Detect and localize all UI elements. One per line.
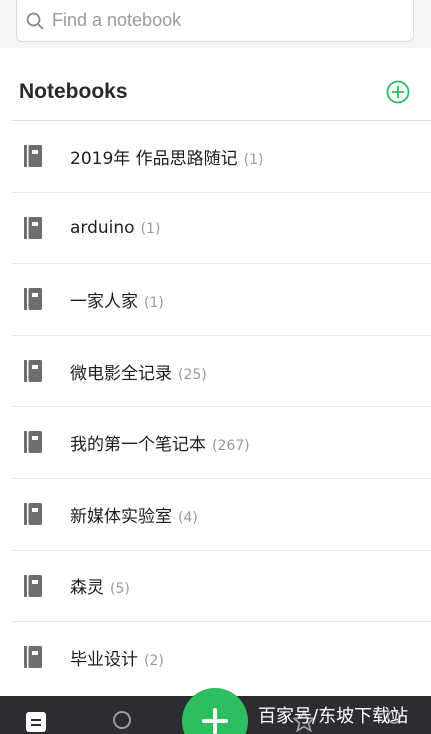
notebook-count: (2) — [144, 652, 164, 669]
notebook-item[interactable]: 新媒体实验室 (4) — [12, 477, 431, 550]
watermark-text: 百家号/东坡下载站 — [258, 706, 409, 727]
notebook-name: 森灵 — [70, 578, 104, 599]
plus-icon — [202, 708, 228, 734]
notebook-name: 毕业设计 — [70, 649, 138, 670]
notebook-icon — [24, 502, 42, 525]
notebook-icon — [24, 359, 42, 382]
notebook-item[interactable]: 森灵 (5) — [12, 549, 431, 622]
search-box[interactable] — [16, 0, 414, 42]
notebook-count: (1) — [243, 151, 264, 168]
notebook-item[interactable]: arduino (1) — [12, 191, 431, 264]
notebook-list: 2019年 作品思路随记 (1) arduino (1) 一家人家 (1) 微电影全记… — [0, 120, 431, 693]
search-tab-icon[interactable] — [112, 710, 134, 732]
notes-tab-icon[interactable] — [25, 710, 47, 732]
notebook-name: 新媒体实验室 — [70, 506, 172, 527]
notebook-item[interactable]: 微电影全记录 (25) — [12, 334, 431, 407]
search-bar — [0, 0, 431, 48]
search-icon — [26, 12, 44, 29]
notebook-name: 一家人家 — [70, 291, 138, 312]
notebook-count: (5) — [110, 581, 130, 598]
notebook-icon — [24, 431, 42, 454]
notebook-name: 我的第一个笔记本 — [70, 435, 206, 456]
notebook-name: arduino — [70, 217, 135, 238]
new-note-button[interactable] — [182, 688, 248, 734]
add-notebook-icon[interactable] — [386, 80, 410, 104]
notebook-count: (1) — [144, 294, 164, 311]
notebook-item[interactable]: 毕业设计 (2) — [12, 621, 431, 693]
notebook-icon — [24, 288, 42, 311]
notebook-icon — [24, 145, 42, 167]
search-input[interactable] — [52, 10, 392, 31]
notebook-icon — [24, 646, 42, 669]
notebook-icon — [24, 574, 42, 597]
notebook-icon — [24, 216, 42, 239]
notebook-name: 微电影全记录 — [70, 363, 172, 384]
notebook-count: (4) — [178, 509, 198, 526]
notebook-item[interactable]: 2019年 作品思路随记 (1) — [12, 120, 431, 192]
notebook-count: (1) — [140, 220, 161, 237]
notebook-name: 2019年 作品思路随记 — [70, 148, 238, 169]
notebook-count: (267) — [212, 438, 250, 455]
notebook-item[interactable]: 我的第一个笔记本 (267) — [12, 406, 431, 478]
notebooks-header: Notebooks — [0, 48, 431, 120]
notebook-item[interactable]: 一家人家 (1) — [12, 263, 431, 335]
page-title: Notebooks — [19, 80, 128, 103]
notebook-count: (25) — [178, 366, 207, 383]
